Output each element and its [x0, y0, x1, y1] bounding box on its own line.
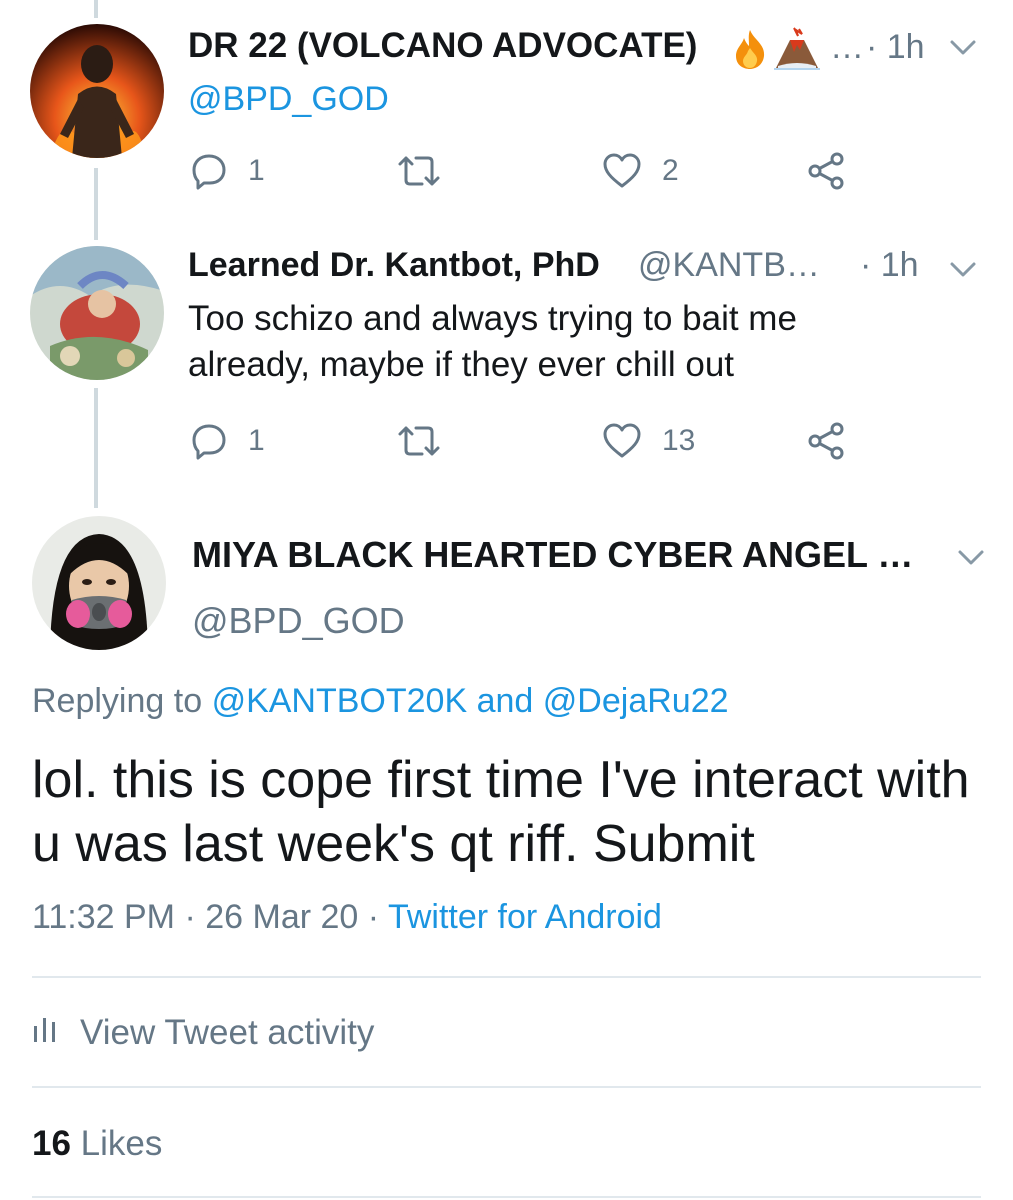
like-button[interactable]: 2 — [602, 152, 679, 190]
retweet-button[interactable] — [396, 154, 462, 188]
tweet-time[interactable]: · 1h — [866, 28, 925, 67]
likes-label: Likes — [80, 1124, 163, 1163]
volcano-emoji-icon — [772, 26, 822, 75]
view-tweet-activity-button[interactable]: View Tweet activity — [32, 1012, 374, 1053]
share-icon — [806, 152, 846, 190]
chevron-down-icon[interactable] — [946, 36, 980, 60]
and-text: and — [476, 682, 534, 720]
mention-link[interactable]: @KANTBOT20K — [212, 682, 468, 720]
share-button[interactable] — [806, 152, 846, 190]
like-count: 2 — [662, 154, 679, 187]
likes-summary[interactable]: 16 Likes — [32, 1124, 162, 1164]
reply-icon — [190, 422, 228, 460]
avatar[interactable] — [30, 24, 164, 158]
retweet-icon — [396, 154, 442, 188]
share-button[interactable] — [806, 422, 846, 460]
reply-button[interactable]: 1 — [190, 422, 265, 460]
fire-emoji-icon — [732, 28, 768, 75]
author-name[interactable]: Learned Dr. Kantbot, PhD — [188, 246, 600, 285]
author-handle[interactable]: @BPD_GOD — [192, 600, 405, 642]
tweet-date: 26 Mar 20 — [205, 898, 359, 936]
author-handle[interactable]: @KANTB… — [638, 246, 820, 285]
author-handle[interactable]: @BPD_GOD — [188, 80, 389, 119]
tweet-text: Too schizo and always trying to bait me … — [188, 299, 797, 384]
author-name[interactable]: DR 22 (VOLCANO ADVOCATE) — [188, 26, 697, 66]
thread-line-2 — [94, 388, 98, 508]
like-icon — [602, 152, 642, 190]
tweet-time[interactable]: · 1h — [860, 246, 919, 285]
view-tweet-activity-label: View Tweet activity — [80, 1012, 375, 1052]
reply-count: 1 — [248, 154, 265, 187]
thread-line-1 — [94, 168, 98, 240]
replying-to: Replying to @KANTBOT20K and @DejaRu22 — [32, 682, 729, 720]
divider — [32, 1086, 981, 1088]
tweet-source-link[interactable]: Twitter for Android — [388, 898, 662, 936]
chevron-down-icon[interactable] — [946, 258, 980, 282]
reply-icon — [190, 152, 228, 190]
mention-link[interactable]: @DejaRu22 — [543, 682, 729, 720]
chevron-down-icon[interactable] — [954, 546, 988, 570]
analytics-icon — [32, 1012, 58, 1053]
likes-count: 16 — [32, 1124, 71, 1163]
reply-count: 1 — [248, 424, 265, 457]
author-name[interactable]: MIYA BLACK HEARTED CYBER ANGEL … — [192, 534, 913, 576]
reply-button[interactable]: 1 — [190, 152, 265, 190]
retweet-button[interactable] — [396, 424, 462, 458]
avatar[interactable] — [32, 516, 166, 650]
divider — [32, 1196, 981, 1198]
like-icon — [602, 422, 642, 460]
divider — [32, 976, 981, 978]
avatar[interactable] — [30, 246, 164, 380]
share-icon — [806, 422, 846, 460]
thread-line-top — [94, 0, 98, 18]
like-button[interactable]: 13 — [602, 422, 695, 460]
retweet-icon — [396, 424, 442, 458]
tweet-text: lol. this is cope first time I've intera… — [32, 751, 970, 873]
tweet-time: 11:32 PM — [32, 898, 176, 936]
ellipsis: … — [830, 28, 864, 66]
like-count: 13 — [662, 424, 696, 457]
tweet-timestamp: 11:32 PM · 26 Mar 20 · Twitter for Andro… — [32, 898, 662, 936]
